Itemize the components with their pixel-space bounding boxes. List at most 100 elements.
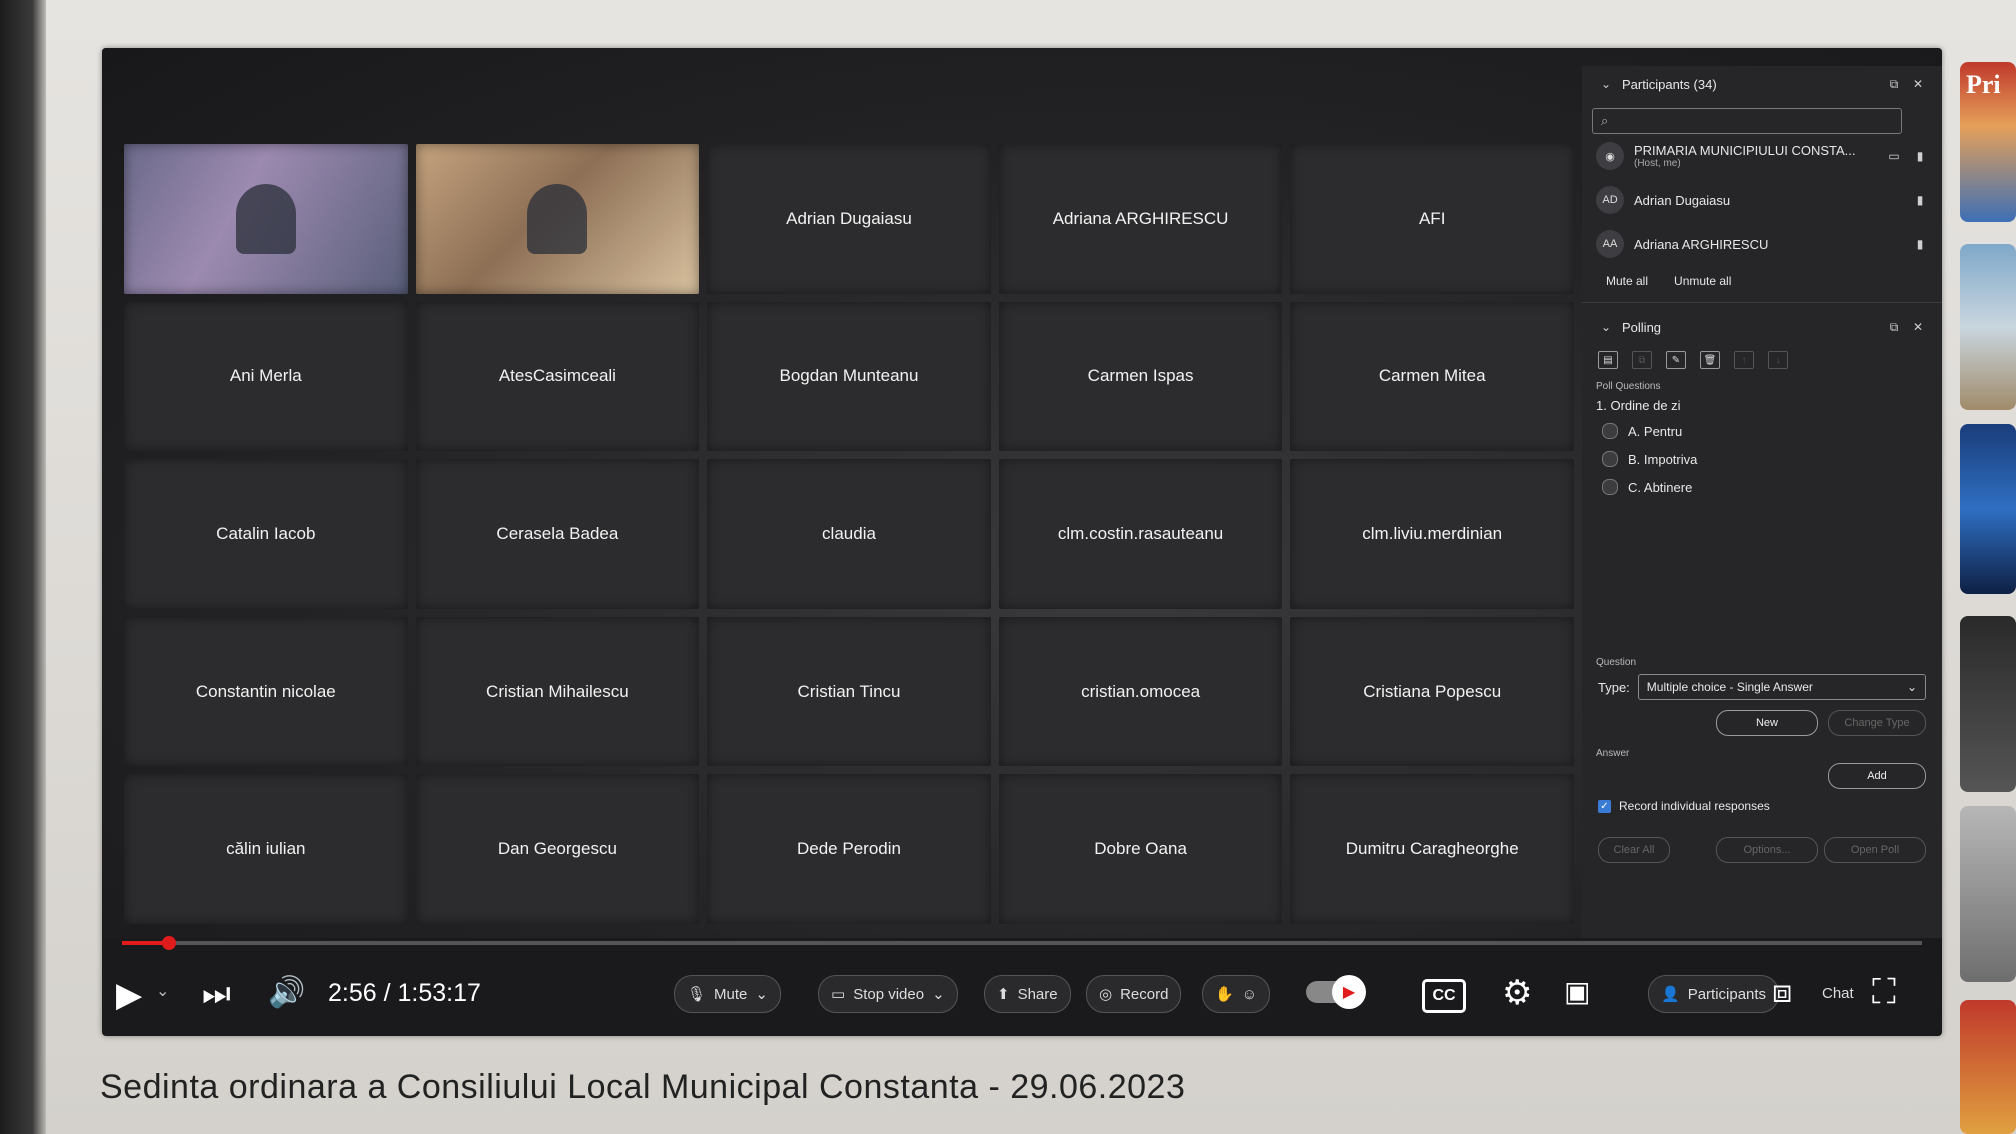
open-poll-button[interactable]: Open Poll (1824, 837, 1926, 863)
volume-icon[interactable]: 🔊 (268, 975, 305, 1010)
video-frame[interactable]: Adrian Dugaiasu Adriana ARGHIRESCU AFI Ani … (102, 48, 1942, 938)
video-player[interactable]: Adrian Dugaiasu Adriana ARGHIRESCU AFI Ani … (102, 48, 1942, 1036)
delete-icon[interactable]: 🗑 (1700, 351, 1720, 369)
participant-tile[interactable]: călin iulian (124, 774, 408, 924)
participants-icon: 👤 (1661, 986, 1680, 1003)
recommended-thumbnail[interactable] (1960, 1000, 2016, 1134)
poll-option[interactable]: B. Impotriva (1582, 445, 1942, 473)
participant-tile[interactable]: Dobre Oana (998, 774, 1283, 924)
popout-icon[interactable]: ⧉ (1886, 319, 1902, 335)
participant-tile[interactable]: Cerasela Badea (415, 459, 700, 609)
options-button[interactable]: Options... (1716, 837, 1818, 863)
poll-option[interactable]: A. Pentru (1582, 417, 1942, 445)
recommended-thumbnail[interactable] (1960, 806, 2016, 982)
reactions-button[interactable]: ✋ ☺ (1202, 975, 1271, 1013)
recommended-thumbnail[interactable]: Pri (1960, 62, 2016, 222)
miniplayer-icon[interactable]: ▣ (1564, 975, 1590, 1008)
mute-all-button[interactable]: Mute all (1606, 274, 1648, 288)
participant-tile[interactable]: Carmen Mitea (1290, 301, 1574, 452)
add-answer-button[interactable]: Add (1828, 763, 1926, 789)
participant-row[interactable]: ◉ PRIMARIA MUNICIPIULUI CONSTA... (Host,… (1582, 134, 1942, 178)
record-icon: ◎ (1099, 986, 1113, 1003)
participant-tile[interactable]: Catalin Iacob (124, 459, 408, 609)
gear-icon[interactable]: ⚙ (1502, 973, 1532, 1013)
chevron-down-icon[interactable]: ⌄ (1598, 76, 1614, 92)
microphone-icon[interactable]: ▮ (1912, 148, 1928, 164)
move-up-icon[interactable]: ↑ (1734, 351, 1754, 369)
participant-search-input[interactable]: ⌕ (1592, 108, 1902, 134)
participant-tile[interactable]: clm.costin.rasauteanu (998, 459, 1283, 609)
close-icon[interactable]: ✕ (1910, 319, 1926, 335)
participant-tile[interactable]: AtesCasimceali (415, 301, 700, 452)
record-button[interactable]: ◎ Record (1086, 975, 1182, 1013)
participant-tile[interactable]: Cristian Tincu (707, 616, 991, 767)
radio-button[interactable] (1602, 451, 1618, 467)
close-icon[interactable]: ✕ (1910, 76, 1926, 92)
divider (1582, 302, 1942, 303)
chevron-down-icon[interactable]: ⌄ (1598, 319, 1614, 335)
autoplay-toggle[interactable]: ▶ (1306, 975, 1366, 1009)
participant-tile[interactable]: Dumitru Caragheorghe (1290, 774, 1574, 924)
participant-tile[interactable]: AFI (1290, 144, 1574, 294)
play-icon[interactable]: ▶ (116, 975, 142, 1015)
poll-option[interactable]: C. Abtinere (1582, 473, 1942, 501)
question-type-select[interactable]: Multiple choice - Single Answer ⌄ (1637, 674, 1926, 700)
recommended-thumbnail[interactable] (1960, 424, 2016, 594)
participant-tile[interactable]: cristian.omocea (998, 616, 1283, 767)
clear-all-button[interactable]: Clear All (1598, 837, 1670, 863)
move-down-icon[interactable]: ↓ (1768, 351, 1788, 369)
mute-button[interactable]: 🎙 Mute ⌄ (674, 975, 781, 1013)
copy-icon[interactable]: ⧉ (1632, 351, 1652, 369)
new-question-button[interactable]: New (1716, 710, 1818, 736)
radio-button[interactable] (1602, 479, 1618, 495)
chat-button[interactable]: Chat (1822, 985, 1854, 1002)
polling-title: Polling (1622, 319, 1662, 335)
participant-tile[interactable]: Adrian Dugaiasu (707, 144, 991, 294)
participant-row[interactable]: AD Adrian Dugaiasu ▮ (1582, 178, 1942, 222)
share-button[interactable]: ⬆ Share (984, 975, 1071, 1013)
save-poll-icon[interactable]: ▤ (1598, 351, 1618, 369)
participant-row[interactable]: AA Adriana ARGHIRESCU ▮ (1582, 222, 1942, 266)
participant-tile[interactable]: Ani Merla (124, 301, 408, 452)
fullscreen-icon[interactable]: ⛶ (1872, 973, 1896, 1012)
popout-icon[interactable]: ⧉ (1886, 76, 1902, 92)
hand-icon: ✋ (1215, 986, 1234, 1003)
microphone-muted-icon[interactable]: ▮ (1912, 192, 1928, 208)
camera-icon[interactable]: ▭ (1886, 148, 1902, 164)
record-responses-row[interactable]: ✓ Record individual responses (1582, 791, 1942, 821)
participant-tile[interactable]: Carmen Ispas (998, 301, 1283, 452)
share-icon: ⬆ (997, 986, 1010, 1003)
chevron-down-icon[interactable]: ⌄ (156, 981, 169, 1001)
participant-tile[interactable]: Dede Perodin (707, 774, 991, 924)
progress-scrubber[interactable] (161, 936, 176, 950)
participant-tile[interactable] (415, 144, 700, 294)
question-type-row: Type: Multiple choice - Single Answer ⌄ (1582, 670, 1942, 704)
video-progress-bar[interactable] (122, 936, 1922, 950)
captions-button[interactable]: CC (1422, 979, 1466, 1013)
cast-icon[interactable]: ⧈ (1772, 973, 1792, 1011)
participant-tile[interactable]: claudia (707, 459, 991, 609)
participant-tile[interactable] (124, 144, 408, 294)
recommended-thumbnail[interactable] (1960, 244, 2016, 410)
stop-video-button[interactable]: ▭ Stop video ⌄ (818, 975, 958, 1013)
radio-button[interactable] (1602, 423, 1618, 439)
participant-tile[interactable]: Cristiana Popescu (1290, 616, 1574, 767)
participant-tile[interactable]: Bogdan Munteanu (707, 301, 991, 452)
microphone-muted-icon[interactable]: ▮ (1912, 236, 1928, 252)
participant-tile[interactable]: Constantin nicolae (124, 616, 408, 767)
unmute-all-button[interactable]: Unmute all (1674, 274, 1731, 288)
video-title[interactable]: Sedinta ordinara a Consiliului Local Mun… (100, 1068, 1185, 1107)
edit-icon[interactable]: ✎ (1666, 351, 1686, 369)
camera-icon: ▭ (831, 986, 846, 1003)
participant-tile[interactable]: clm.liviu.merdinian (1290, 459, 1574, 609)
record-responses-checkbox[interactable]: ✓ (1598, 799, 1611, 813)
change-type-button[interactable]: Change Type (1828, 710, 1926, 736)
participants-button[interactable]: 👤 Participants (1648, 975, 1780, 1013)
participant-tile[interactable]: Cristian Mihailescu (415, 616, 700, 767)
poll-question[interactable]: 1. Ordine de zi (1582, 394, 1942, 417)
participant-tile[interactable]: Adriana ARGHIRESCU (998, 144, 1283, 294)
participant-tile[interactable]: Dan Georgescu (415, 774, 700, 924)
recommended-thumbnail[interactable] (1960, 616, 2016, 792)
next-icon[interactable]: ⏭ (202, 975, 231, 1013)
type-label: Type: (1598, 679, 1630, 695)
